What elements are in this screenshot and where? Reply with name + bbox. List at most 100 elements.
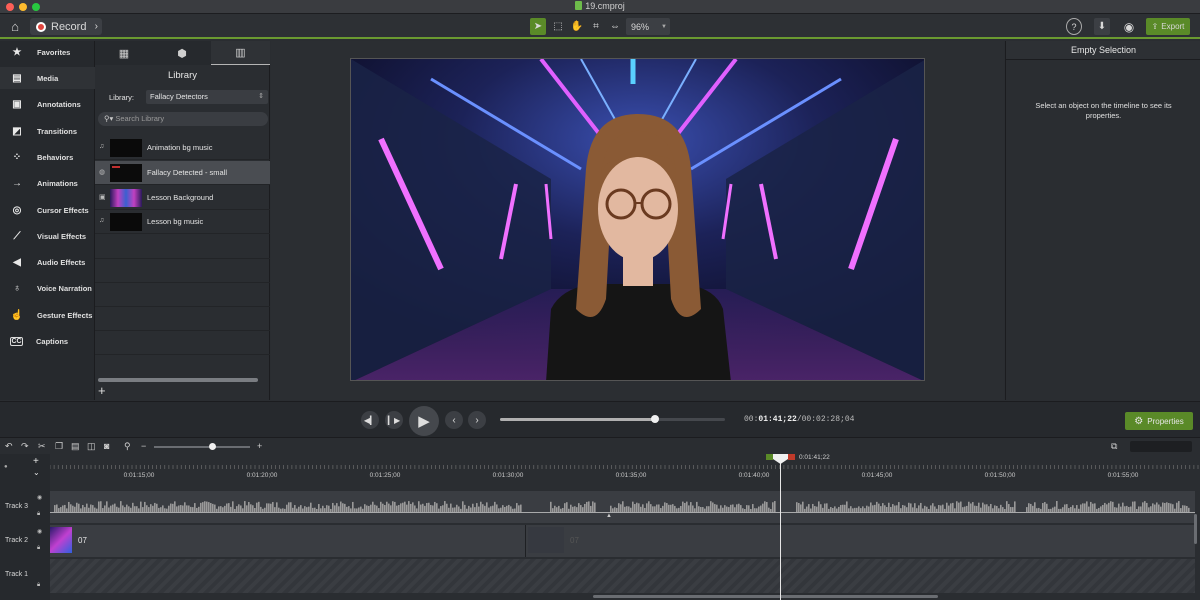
playback-progress-fill — [500, 418, 655, 421]
cut-icon[interactable]: ✂ — [38, 441, 46, 452]
video-preview-frame — [351, 59, 924, 380]
video-canvas[interactable] — [350, 58, 925, 381]
sidebar-item-cursor-effects[interactable]: ◎ Cursor Effects — [0, 199, 95, 221]
zoom-out-icon[interactable]: − — [141, 441, 146, 451]
split-icon[interactable]: ◫ — [87, 441, 96, 452]
download-icon[interactable]: ⬇ — [1094, 18, 1110, 35]
library-item[interactable]: ♫ Animation bg music — [95, 136, 270, 160]
dropdown-arrow-icon: ▼ — [661, 23, 667, 30]
timeline-horizontal-scrollbar[interactable] — [593, 595, 938, 598]
track-2-lane[interactable]: 07 07 — [50, 525, 1195, 557]
timeline-search-input[interactable] — [1130, 441, 1192, 452]
tab-library[interactable]: ▥ — [211, 41, 270, 65]
zoom-in-icon[interactable]: + — [257, 441, 262, 451]
sidebar-item-animations[interactable]: → Animations — [0, 172, 95, 194]
library-select-label: Library: — [109, 93, 135, 102]
ruler-tick-label: 0:01:20;00 — [246, 472, 278, 479]
library-item[interactable]: ♫ Lesson bg music — [95, 210, 270, 234]
add-library-icon[interactable]: + — [98, 383, 106, 398]
film-icon: ▤ — [12, 72, 22, 84]
library-tabs: ▦ ⬢ ▥ — [95, 41, 270, 65]
out-point-marker[interactable] — [788, 454, 795, 460]
ruler-tick-label: 0:01:40;00 — [738, 472, 770, 479]
timeline-vertical-scrollbar[interactable] — [1194, 514, 1197, 544]
lock-icon[interactable]: 🔒︎ — [37, 582, 40, 589]
track-3-lane[interactable]: ▲ — [50, 491, 1195, 523]
step-forward-icon[interactable]: ▎▶ — [385, 411, 403, 429]
play-icon[interactable]: ▶ — [409, 406, 439, 436]
undo-icon[interactable]: ↶ — [5, 441, 13, 452]
step-back-icon[interactable]: ◀▎ — [361, 411, 379, 429]
detach-timeline-icon[interactable]: ⧉ — [1111, 441, 1117, 452]
account-icon[interactable]: ◉ — [1120, 18, 1138, 35]
library-scrollbar[interactable] — [98, 378, 258, 382]
audio-waveform — [50, 501, 1195, 513]
ghost-clip-thumbnail — [528, 527, 564, 553]
properties-message: Select an object on the timeline to see … — [1035, 101, 1172, 120]
media-clip-label: 07 — [78, 536, 87, 545]
sidebar-item-behaviors[interactable]: ⁘ Behaviors — [0, 146, 95, 168]
music-note-icon: ♫ — [99, 217, 105, 224]
timeline-zoom-slider[interactable] — [154, 443, 250, 450]
track-1-lane[interactable] — [50, 559, 1195, 593]
previous-icon[interactable]: ‹ — [445, 411, 463, 429]
fit-canvas-icon[interactable]: ⇔ — [607, 18, 623, 35]
add-track-icon[interactable]: + — [33, 456, 39, 467]
scrubber-handle[interactable] — [650, 415, 659, 423]
camera-icon[interactable]: ◙ — [104, 441, 109, 451]
record-button[interactable]: Record › — [30, 18, 102, 35]
collapse-tracks-icon[interactable]: ⌄ — [33, 468, 40, 477]
properties-panel: Empty Selection Select an object on the … — [1005, 41, 1200, 400]
timeline: + ⌄ ● ▲ Track 3 ◉ 🔒︎ 07 07 Track 2 ◉ 🔒︎ … — [0, 454, 1200, 600]
eye-icon[interactable]: ◉ — [37, 494, 42, 501]
divider — [95, 306, 270, 307]
zoom-search-icon[interactable]: ⚲ — [124, 441, 131, 452]
gear-icon: ⚙ — [1134, 415, 1144, 427]
media-clip-thumbnail[interactable] — [50, 527, 72, 553]
library-item-thumbnail — [110, 189, 142, 207]
tab-media-bin[interactable]: ▦ — [95, 41, 153, 65]
sidebar-item-captions[interactable]: CC Captions — [0, 330, 95, 352]
main-toolbar: ⌂ Record › ➤ ⬚ ✋ ⌗ ⇔ 96% ▼ ? ⬇ ◉ ⇪ Expor… — [0, 14, 1200, 39]
sidebar-item-visual-effects[interactable]: ⟋ Visual Effects — [0, 225, 95, 247]
eye-icon[interactable]: ◉ — [37, 528, 42, 535]
sidebar-item-audio-effects[interactable]: ◀ Audio Effects — [0, 251, 95, 273]
library-item[interactable]: ◍ Fallacy Detected - small — [95, 161, 270, 185]
home-icon[interactable]: ⌂ — [6, 18, 24, 35]
fade-marker-icon[interactable]: ▲ — [606, 513, 612, 519]
lock-icon[interactable]: 🔒︎ — [37, 545, 40, 552]
transition-icon: ◩ — [12, 125, 22, 137]
sidebar-item-favorites[interactable]: ★ Favorites — [0, 41, 95, 63]
edit-points-icon[interactable]: ⬚ — [550, 18, 566, 35]
ruler-tick-label: 0:01:55;00 — [1107, 472, 1139, 479]
crop-icon[interactable]: ⌗ — [588, 18, 604, 35]
in-point-marker[interactable] — [766, 454, 773, 460]
library-search-input[interactable]: ⚲▾ Search Library — [98, 112, 268, 126]
properties-button[interactable]: ⚙ Properties — [1125, 412, 1193, 430]
playback-scrubber[interactable] — [500, 415, 725, 423]
sidebar-item-media[interactable]: ▤ Media — [0, 67, 95, 89]
redo-icon[interactable]: ↷ — [21, 441, 29, 452]
next-icon[interactable]: › — [468, 411, 486, 429]
sidebar-item-transitions[interactable]: ◩ Transitions — [0, 120, 95, 142]
track-size-icon[interactable]: ● — [4, 464, 8, 470]
paste-icon[interactable]: ▤ — [71, 441, 80, 452]
copy-icon[interactable]: ❐ — [55, 441, 63, 452]
group-icon: ◍ — [99, 169, 106, 176]
library-select[interactable]: Fallacy Detectors ⇕ — [146, 90, 268, 104]
sidebar-item-voice-narration[interactable]: ♁ Voice Narration — [0, 277, 95, 299]
zoom-select[interactable]: 96% ▼ — [626, 18, 670, 35]
pan-hand-icon[interactable]: ✋ — [569, 18, 585, 35]
divider — [95, 354, 270, 355]
select-tool-icon[interactable]: ➤ — [530, 18, 546, 35]
library-item[interactable]: ▣ Lesson Background — [95, 186, 270, 210]
timeline-zoom-handle[interactable] — [208, 443, 216, 450]
export-button[interactable]: ⇪ Export — [1146, 18, 1190, 35]
books-icon: ▥ — [235, 47, 246, 59]
sidebar-item-annotations[interactable]: ▣ Annotations — [0, 93, 95, 115]
sidebar-item-gesture-effects[interactable]: ☝ Gesture Effects — [0, 304, 95, 326]
tab-library-assets[interactable]: ⬢ — [153, 41, 211, 65]
lock-icon[interactable]: 🔒︎ — [37, 511, 40, 518]
ghost-clip-label: 07 — [570, 536, 579, 545]
help-button[interactable]: ? — [1066, 18, 1082, 35]
